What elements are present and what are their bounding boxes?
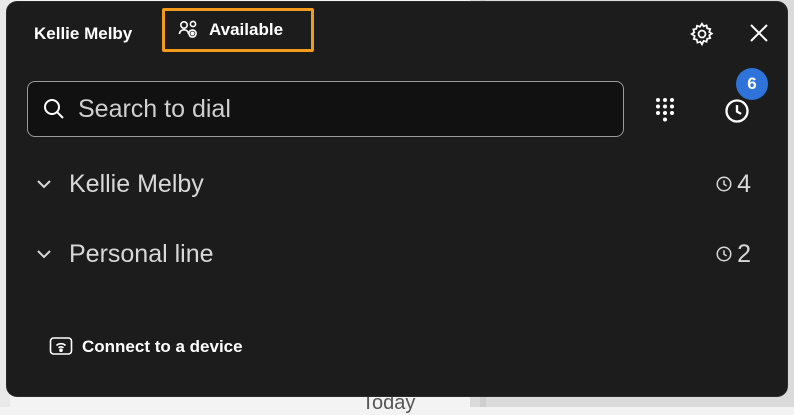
- presence-status-button[interactable]: Available: [162, 8, 314, 52]
- device-connect-icon: [49, 337, 73, 355]
- history-badge: 6: [736, 68, 768, 100]
- presence-status-label: Available: [209, 20, 284, 39]
- line-row-personal-line[interactable]: Personal line 2: [27, 232, 767, 276]
- chevron-down-icon: [37, 250, 51, 259]
- line-row-kellie-melby[interactable]: Kellie Melby 4: [27, 162, 767, 206]
- chevron-down-icon: [37, 180, 51, 189]
- close-icon[interactable]: [747, 21, 771, 45]
- line-history-count: 2: [715, 240, 751, 269]
- calling-panel: Kellie Melby Available 6: [7, 2, 787, 396]
- people-presence-icon: [178, 20, 197, 38]
- search-icon: [44, 99, 64, 119]
- clock-icon: [716, 246, 732, 262]
- gear-icon[interactable]: [689, 21, 715, 47]
- line-history-count-value: 4: [737, 169, 751, 198]
- user-name: Kellie Melby: [34, 24, 133, 43]
- search-input[interactable]: [76, 88, 623, 130]
- dialpad-icon[interactable]: [654, 97, 676, 123]
- line-history-count-value: 2: [737, 239, 751, 268]
- connect-to-device-button[interactable]: Connect to a device: [49, 336, 243, 358]
- line-name: Kellie Melby: [69, 169, 204, 198]
- connect-to-device-label: Connect to a device: [82, 337, 243, 356]
- line-name: Personal line: [69, 239, 214, 268]
- clock-icon[interactable]: [723, 97, 751, 125]
- search-box[interactable]: [27, 81, 624, 137]
- line-history-count: 4: [715, 170, 751, 199]
- clock-icon: [716, 176, 732, 192]
